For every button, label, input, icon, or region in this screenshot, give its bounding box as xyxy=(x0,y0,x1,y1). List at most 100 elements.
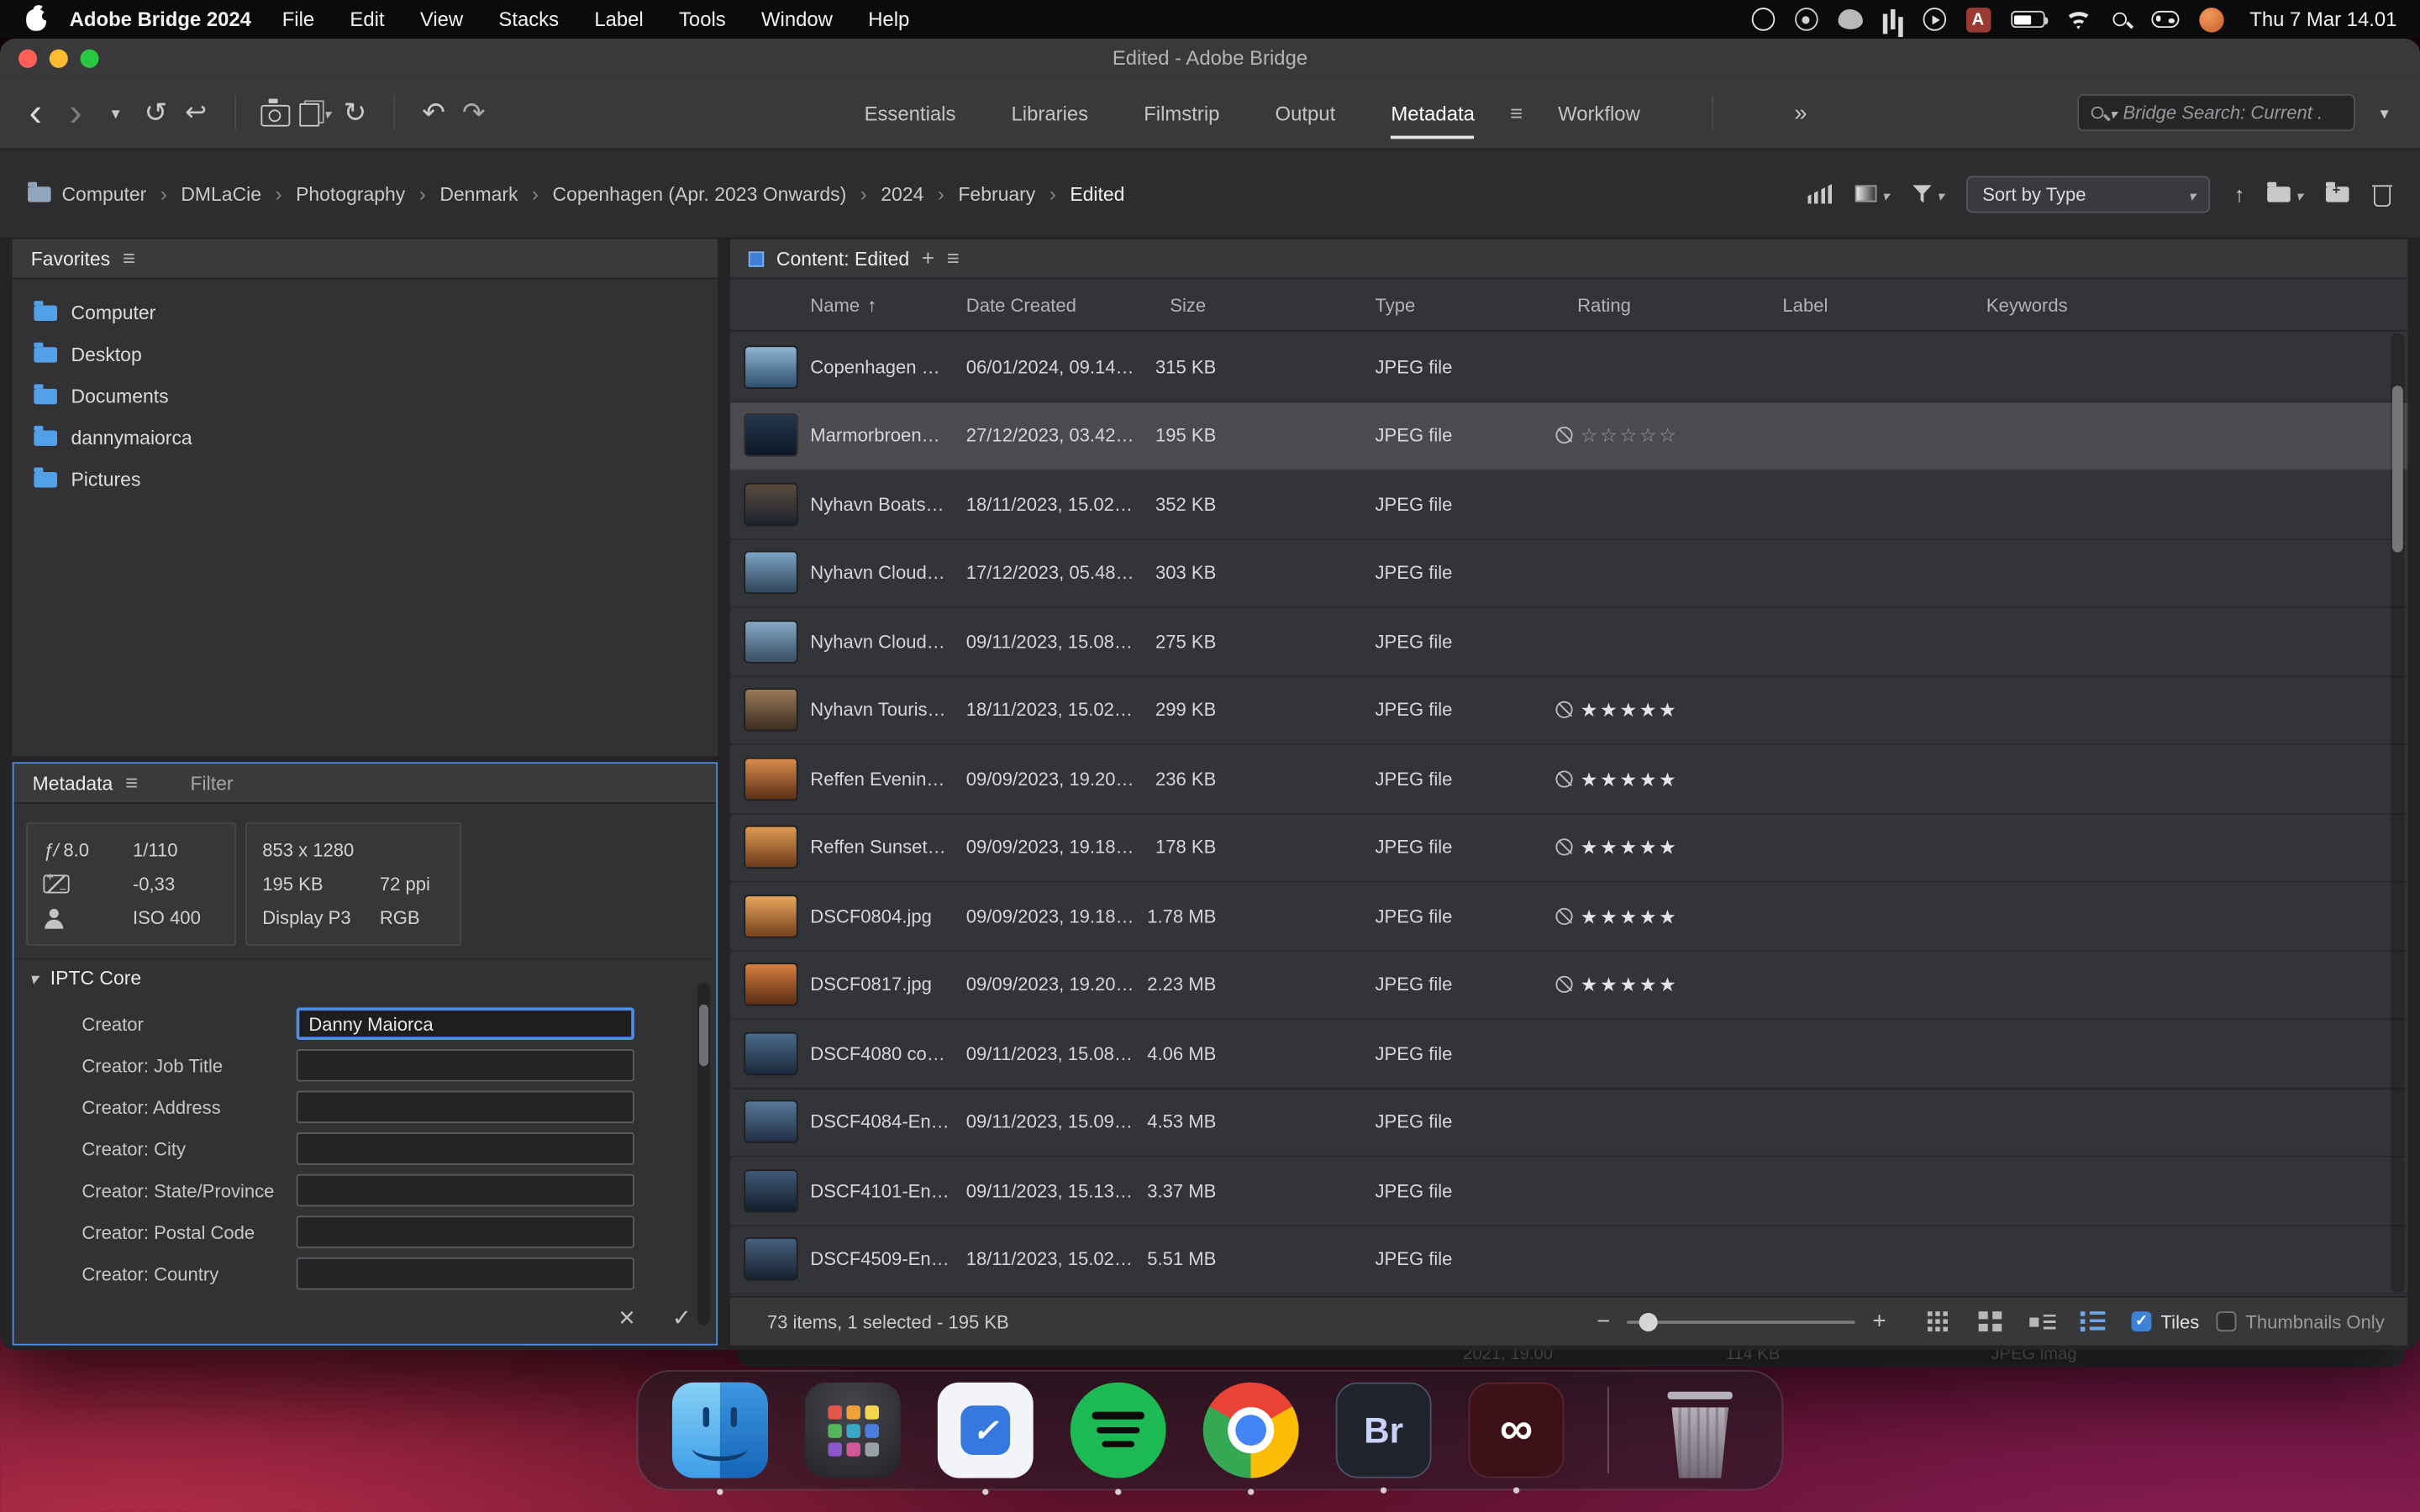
search-options-chevron-icon[interactable] xyxy=(2368,91,2402,134)
metadata-field-input-creator-city[interactable] xyxy=(297,1132,634,1165)
file-row[interactable]: Nyhavn Cloud…17/12/2023, 05.48…303 KBJPE… xyxy=(730,539,2408,608)
search-input[interactable] xyxy=(2123,102,2341,123)
tiles-toggle[interactable]: Tiles xyxy=(2132,1310,2200,1332)
breadcrumb-item-dmlacie[interactable]: DMLaCie xyxy=(181,183,261,205)
undo-button[interactable] xyxy=(417,91,450,134)
favorites-item-computer[interactable]: Computer xyxy=(13,291,718,333)
play-menu-icon[interactable] xyxy=(1923,8,1946,31)
file-row[interactable]: Nyhavn Boats…18/11/2023, 15.02…352 KBJPE… xyxy=(730,470,2408,539)
metadata-scrollbar[interactable] xyxy=(697,983,710,1326)
maximize-window-button[interactable] xyxy=(81,49,99,67)
list-view-icon[interactable] xyxy=(2081,1309,2114,1333)
bridge-search-box[interactable] xyxy=(2077,94,2355,131)
checkbox-checked-icon[interactable] xyxy=(2132,1311,2152,1331)
apple-menu-icon[interactable] xyxy=(26,8,46,30)
return-to-app-icon[interactable] xyxy=(179,91,213,134)
a-app-menu-icon[interactable]: A xyxy=(1965,7,1990,31)
more-workspaces-icon[interactable] xyxy=(1784,91,1818,134)
refresh-button[interactable] xyxy=(338,91,371,134)
preview-quality-button[interactable] xyxy=(1855,180,1889,207)
column-header-type[interactable]: Type xyxy=(1376,294,1416,316)
breadcrumb-item-photography[interactable]: Photography xyxy=(296,183,405,205)
grid-view-icon[interactable] xyxy=(1928,1309,1961,1333)
forward-button[interactable] xyxy=(59,91,92,134)
thumbnail-size-slider[interactable] xyxy=(1627,1320,1855,1323)
column-header-size[interactable]: Size xyxy=(1170,294,1206,316)
thumbnail-view-icon[interactable] xyxy=(1979,1309,2012,1333)
file-row[interactable]: Copenhagen …06/01/2024, 09.14…315 KBJPEG… xyxy=(730,333,2408,402)
spotlight-search-icon[interactable] xyxy=(2112,13,2127,27)
menu-label[interactable]: Label xyxy=(594,8,643,31)
favorites-item-desktop[interactable]: Desktop xyxy=(13,333,718,375)
filter-tab[interactable]: Filter xyxy=(190,772,233,794)
workspace-tab-libraries[interactable]: Libraries xyxy=(1012,101,1089,124)
dock-things-icon[interactable] xyxy=(938,1383,1034,1478)
breadcrumb-item-denmark[interactable]: Denmark xyxy=(439,183,518,205)
menu-view[interactable]: View xyxy=(420,8,463,31)
wifi-icon[interactable] xyxy=(2065,9,2092,29)
recent-folders-button[interactable] xyxy=(2268,180,2302,207)
menu-stacks[interactable]: Stacks xyxy=(498,8,559,31)
minimize-window-button[interactable] xyxy=(50,49,68,67)
favorites-menu-icon[interactable] xyxy=(123,244,135,272)
file-row[interactable]: DSCF0804.jpg09/09/2023, 19.18…1.78 MBJPE… xyxy=(730,883,2408,952)
breadcrumb-item-copenhagen-apr-2023-onwards[interactable]: Copenhagen (Apr. 2023 Onwards) xyxy=(553,183,847,205)
file-row[interactable]: DSCF4084-En…09/11/2023, 15.09…4.53 MBJPE… xyxy=(730,1089,2408,1158)
status-menu-icon-3[interactable] xyxy=(1890,9,1895,29)
history-icon[interactable] xyxy=(139,91,172,134)
app-menu-title[interactable]: Adobe Bridge 2024 xyxy=(70,8,251,31)
favorites-item-documents[interactable]: Documents xyxy=(13,375,718,417)
workspace-tab-output[interactable]: Output xyxy=(1276,101,1336,124)
breadcrumb-item-2024[interactable]: 2024 xyxy=(881,183,923,205)
workspace-tab-workflow[interactable]: Workflow xyxy=(1558,101,1640,124)
breadcrumb-item-february[interactable]: February xyxy=(958,183,1035,205)
duplicate-button[interactable] xyxy=(297,91,331,134)
filter-button[interactable] xyxy=(1912,180,1944,207)
cancel-metadata-icon[interactable] xyxy=(618,1302,634,1335)
thumbnail-quality-button[interactable] xyxy=(1808,184,1833,204)
metadata-tab[interactable]: Metadata xyxy=(33,772,113,794)
dock-trash-icon[interactable] xyxy=(1652,1383,1748,1478)
column-header-date-created[interactable]: Date Created xyxy=(966,294,1076,316)
close-window-button[interactable] xyxy=(18,49,37,67)
dock-launchpad-icon[interactable] xyxy=(805,1383,901,1478)
file-row[interactable]: DSCF4080 co…09/11/2023, 15.08…4.06 MBJPE… xyxy=(730,1020,2408,1089)
get-photos-from-camera-button[interactable] xyxy=(258,91,292,134)
favorites-item-dannymaiorca[interactable]: dannymaiorca xyxy=(13,417,718,459)
file-row[interactable]: Reffen Evenin…09/09/2023, 19.20…236 KBJP… xyxy=(730,745,2408,814)
battery-icon[interactable] xyxy=(2011,11,2044,28)
navigation-dropdown-icon[interactable] xyxy=(99,91,133,134)
file-row[interactable]: DSCF4509-En…18/11/2023, 15.02…5.51 MBJPE… xyxy=(730,1226,2408,1294)
checkbox-unchecked-icon[interactable] xyxy=(2216,1311,2236,1331)
iptc-core-section-header[interactable]: IPTC Core xyxy=(14,958,717,997)
column-header-keywords[interactable]: Keywords xyxy=(1986,294,2068,316)
workspace-tab-metadata[interactable]: Metadata xyxy=(1391,101,1475,124)
file-row[interactable]: Reffen Sunset…09/09/2023, 19.18…178 KBJP… xyxy=(730,814,2408,883)
workspace-tab-essentials[interactable]: Essentials xyxy=(865,101,956,124)
back-button[interactable] xyxy=(18,91,52,134)
smaller-thumbnails-button[interactable] xyxy=(1597,1308,1610,1336)
menu-file[interactable]: File xyxy=(282,8,314,31)
new-folder-button[interactable] xyxy=(2326,186,2349,201)
menu-tools[interactable]: Tools xyxy=(679,8,726,31)
file-row[interactable]: DSCF0817.jpg09/09/2023, 19.20…2.23 MBJPE… xyxy=(730,951,2408,1020)
file-row[interactable]: Marmorbroen…27/12/2023, 03.42…195 KBJPEG… xyxy=(730,402,2408,470)
status-menu-icon-1[interactable] xyxy=(1794,8,1818,31)
metadata-menu-icon[interactable] xyxy=(125,769,138,797)
column-header-name[interactable]: Name↑ xyxy=(810,294,876,316)
dock-creative-cloud-icon[interactable] xyxy=(1469,1383,1565,1478)
metadata-field-input-creator-postal-code[interactable] xyxy=(297,1215,634,1248)
sort-direction-button[interactable] xyxy=(2234,181,2245,206)
workspace-tab-filmstrip[interactable]: Filmstrip xyxy=(1144,101,1219,124)
redo-button[interactable] xyxy=(457,91,491,134)
scrollbar-thumb[interactable] xyxy=(2392,386,2403,552)
menu-help[interactable]: Help xyxy=(868,8,909,31)
file-row[interactable]: Nyhavn Touris…18/11/2023, 15.02…299 KBJP… xyxy=(730,676,2408,745)
workspace-menu-icon[interactable] xyxy=(1499,91,1533,134)
apply-metadata-icon[interactable] xyxy=(672,1304,692,1333)
metadata-field-input-creator-state-province[interactable] xyxy=(297,1174,634,1207)
content-tab[interactable]: Content: Edited xyxy=(776,248,909,270)
content-scrollbar[interactable] xyxy=(2391,333,2405,1293)
details-view-icon[interactable] xyxy=(2029,1309,2063,1333)
metadata-field-input-creator-job-title[interactable] xyxy=(297,1049,634,1082)
